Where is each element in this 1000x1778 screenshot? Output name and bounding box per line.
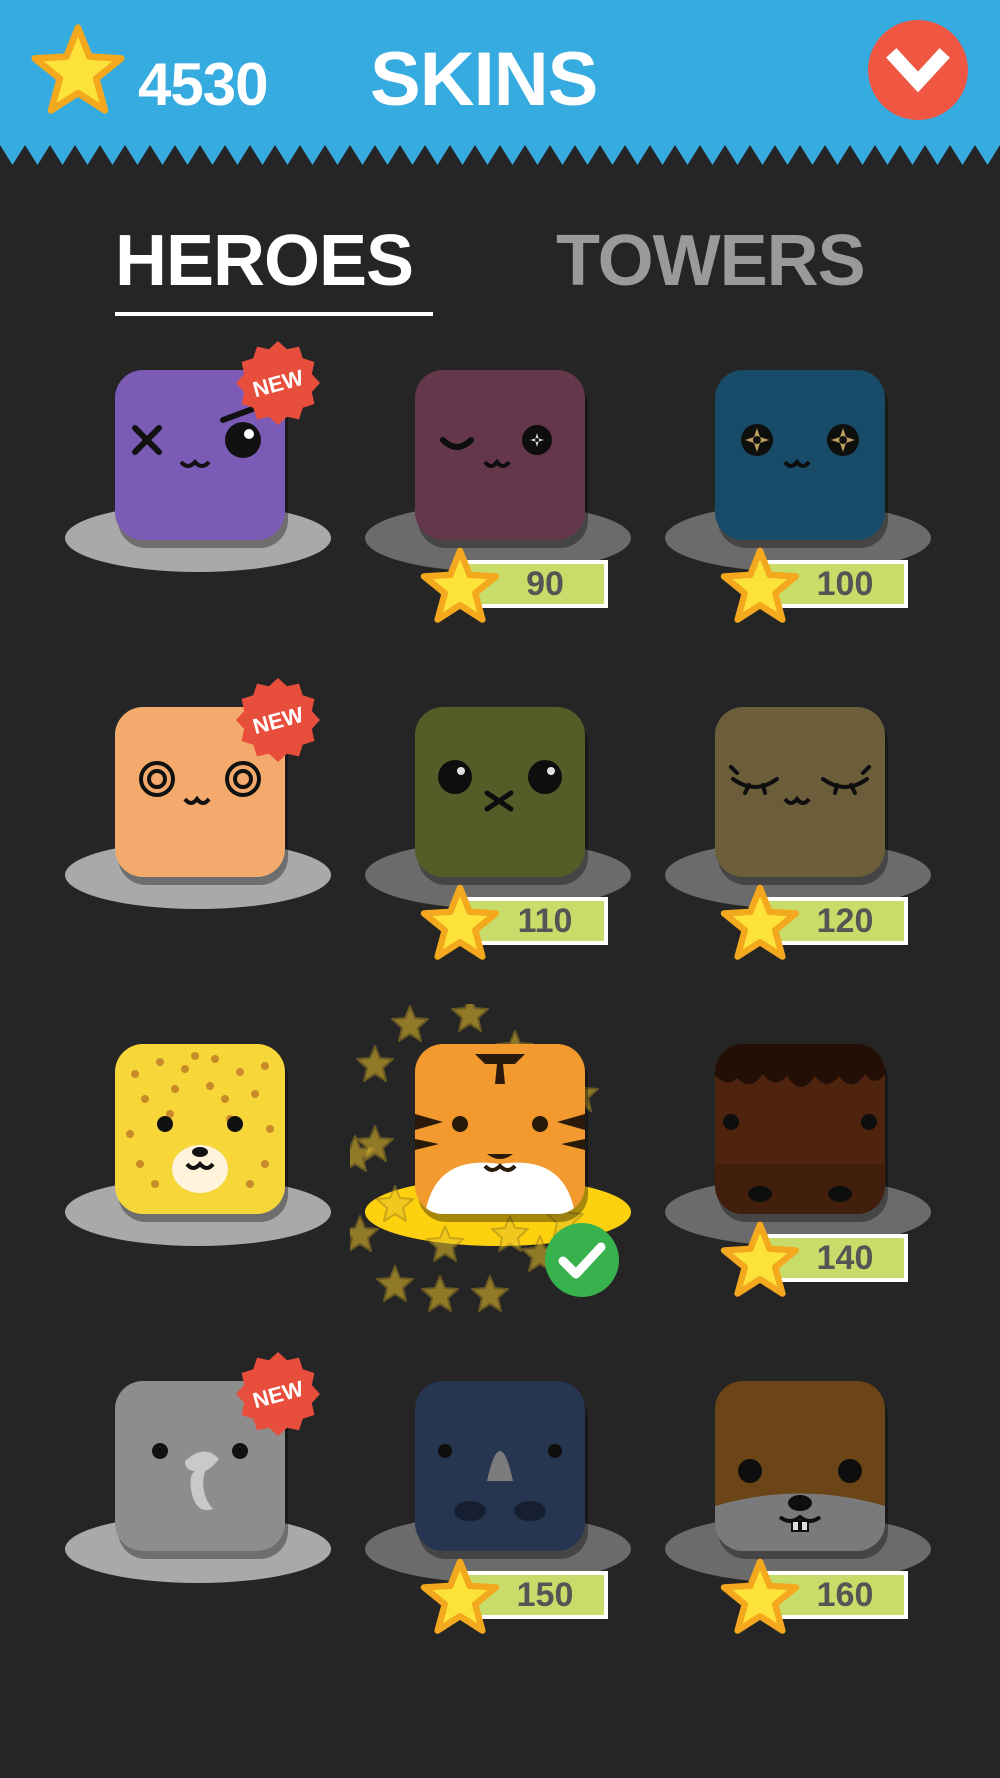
tab-bar: HEROES TOWERS: [0, 220, 1000, 320]
skin-card-purple-hero[interactable]: NEW: [50, 330, 350, 660]
skin-artwork: [65, 1044, 331, 1246]
price-value: 100: [816, 565, 874, 603]
price-value: 150: [516, 1576, 574, 1614]
skin-card-teal-hero[interactable]: 100: [650, 330, 950, 660]
price-tag[interactable]: 150: [420, 1558, 608, 1634]
skin-card-green-hero[interactable]: 110: [350, 667, 650, 997]
skin-artwork: [365, 707, 631, 909]
skin-card-maroon-hero[interactable]: 90: [350, 330, 650, 660]
skin-grid: NEW 90 100 NEW 110 120 140 NEW 150 160: [0, 330, 1000, 1640]
skin-card-cake-hero[interactable]: 140: [650, 1004, 950, 1334]
coin-count: 4530: [138, 51, 268, 118]
header-bar: 4530 SKINS: [0, 0, 1000, 165]
new-badge: NEW: [235, 677, 321, 763]
selected-check-icon: [543, 1221, 621, 1299]
price-tag[interactable]: 120: [720, 884, 908, 960]
skin-card-elephant-hero[interactable]: NEW: [50, 1341, 350, 1640]
skin-artwork: [665, 707, 931, 909]
price-tag[interactable]: 140: [720, 1221, 908, 1297]
page-title: SKINS: [370, 37, 598, 122]
price-tag[interactable]: 100: [720, 547, 908, 623]
skin-artwork: [665, 1044, 931, 1246]
skin-artwork: [365, 370, 631, 572]
tab-towers[interactable]: TOWERS: [556, 220, 866, 302]
price-tag[interactable]: 160: [720, 1558, 908, 1634]
skin-card-orange-hero[interactable]: NEW: [50, 667, 350, 997]
skin-artwork: [665, 370, 931, 572]
star-icon: [31, 24, 125, 114]
skin-card-tiger-hero[interactable]: [350, 1004, 650, 1334]
new-badge: NEW: [235, 1351, 321, 1437]
price-value: 120: [816, 902, 874, 940]
price-tag[interactable]: 90: [420, 547, 608, 623]
tab-heroes[interactable]: HEROES: [115, 220, 414, 302]
new-badge: NEW: [235, 340, 321, 426]
price-value: 110: [517, 902, 573, 940]
skin-card-khaki-hero[interactable]: 120: [650, 667, 950, 997]
chevron-down-icon: [886, 48, 950, 93]
skin-card-rhino-hero[interactable]: 150: [350, 1341, 650, 1640]
active-tab-underline: [115, 312, 433, 316]
price-value: 160: [816, 1576, 874, 1614]
price-value: 140: [816, 1239, 874, 1277]
skin-card-leopard-hero[interactable]: [50, 1004, 350, 1334]
price-value: 90: [526, 565, 564, 603]
skin-card-beaver-hero[interactable]: 160: [650, 1341, 950, 1640]
close-button[interactable]: [868, 20, 968, 120]
price-tag[interactable]: 110: [420, 884, 608, 960]
